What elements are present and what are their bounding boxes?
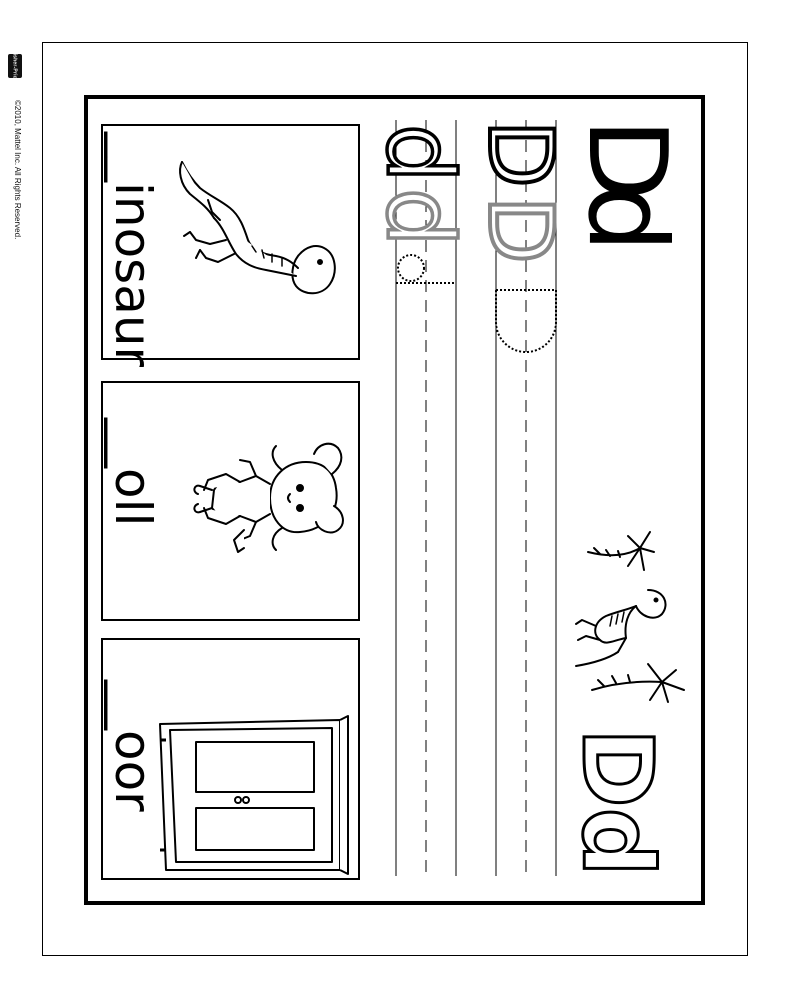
dinosaur-picture-icon [179, 161, 336, 295]
uppercase-tracing: D D [467, 118, 574, 354]
dinosaur-icon [575, 589, 667, 667]
palm-tree-icon [587, 531, 655, 571]
trace-lowercase-gray: d [366, 188, 473, 246]
word-doll: __oll [104, 417, 162, 526]
trace-uppercase-gray: D [469, 196, 572, 264]
card-words: __inosaur __oll __oor [104, 131, 162, 812]
title-lowercase: d [564, 184, 689, 253]
word-dinosaur: __inosaur [104, 131, 162, 368]
trace-uppercase-solid: D [469, 120, 572, 188]
door-picture-icon [159, 715, 349, 875]
word-door: __oor [104, 679, 162, 812]
outline-title: Dd [560, 727, 675, 878]
worksheet-content: D d D D d d Dd __inosaur __oll __oor [104, 118, 689, 878]
trace-lowercase-solid: d [366, 124, 473, 182]
doll-picture-icon [193, 442, 344, 553]
palm-tree-icon [591, 663, 685, 703]
lowercase-tracing: d d [364, 122, 475, 284]
scene-illustration [575, 531, 685, 703]
title-letters: D d [564, 118, 689, 253]
outline-title-text: Dd [561, 728, 673, 876]
